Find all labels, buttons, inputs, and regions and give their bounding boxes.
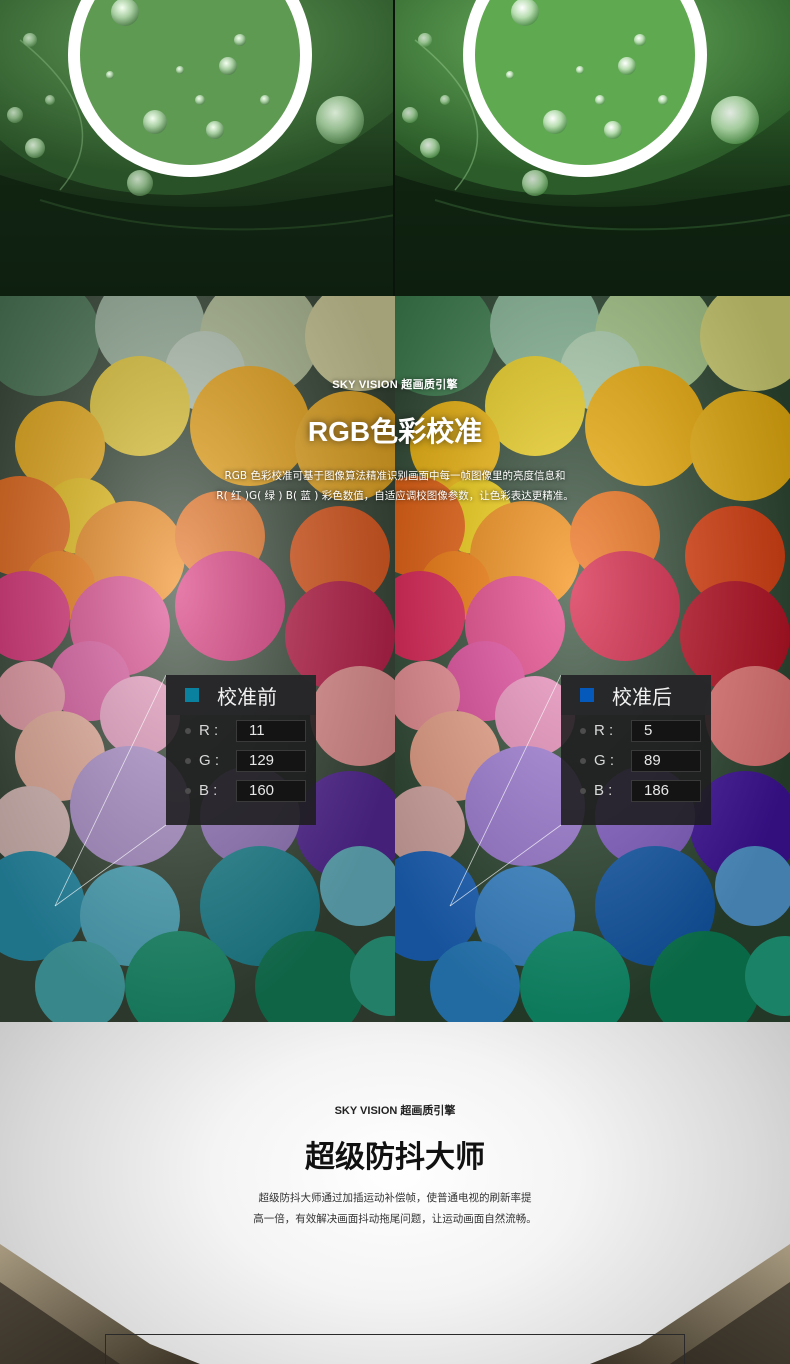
description-line: R( 红 )G( 绿 ) B( 蓝 ) 彩色数值，自适应调校图像参数，让色彩表达… <box>216 490 574 502</box>
rgb-panel-after: 校准后 R : 5 G : 89 B : 186 <box>561 675 711 825</box>
r-label: R : <box>199 722 219 739</box>
panel-title: 校准后 <box>612 684 672 709</box>
r-row: R : 11 <box>166 717 316 747</box>
b-value: 186 <box>631 780 701 802</box>
section-eyebrow: SKY VISION 超画质引擎 <box>334 1105 456 1117</box>
g-value: 129 <box>236 750 306 772</box>
r-label: R : <box>594 722 614 739</box>
panel-header: 校准前 <box>166 675 316 715</box>
panel-title: 校准前 <box>217 684 277 709</box>
bullet-icon <box>580 788 586 794</box>
b-label: B : <box>199 782 218 799</box>
leaf-image-after <box>395 0 790 296</box>
bullet-icon <box>580 758 586 764</box>
panel-header: 校准后 <box>561 675 711 715</box>
section-eyebrow: SKY VISION 超画质引擎 <box>332 379 458 391</box>
rgb-panel-before: 校准前 R : 11 G : 129 B : 160 <box>166 675 316 825</box>
color-swatch <box>185 688 199 702</box>
tv-frame <box>105 1334 685 1364</box>
r-row: R : 5 <box>561 717 711 747</box>
bullet-icon <box>185 788 191 794</box>
section-description: 超级防抖大师通过加插运动补偿帧，使普通电视的刷新率提 高一倍，有效解决画面抖动拖… <box>0 1188 790 1230</box>
section-title: 超级防抖大师 <box>305 1140 485 1175</box>
color-swatch <box>580 688 594 702</box>
section-title: RGB色彩校准 <box>307 416 483 447</box>
b-row: B : 160 <box>166 777 316 807</box>
r-value: 11 <box>236 720 306 742</box>
g-label: G : <box>199 752 220 769</box>
g-label: G : <box>594 752 615 769</box>
description-line: RGB 色彩校准可基于图像算法精准识别画面中每一帧图像里的亮度信息和 <box>224 470 566 482</box>
b-row: B : 186 <box>561 777 711 807</box>
r-value: 5 <box>631 720 701 742</box>
section-description: RGB 色彩校准可基于图像算法精准识别画面中每一帧图像里的亮度信息和 R( 红 … <box>0 466 790 506</box>
description-line: 超级防抖大师通过加插运动补偿帧，使普通电视的刷新率提 <box>258 1192 532 1204</box>
bullet-icon <box>185 728 191 734</box>
leaf-image-before <box>0 0 395 296</box>
b-value: 160 <box>236 780 306 802</box>
anti-shake-section: SKY VISION 超画质引擎 超级防抖大师 超级防抖大师通过加插运动补偿帧，… <box>0 1022 790 1364</box>
b-label: B : <box>594 782 613 799</box>
description-line: 高一倍，有效解决画面抖动拖尾问题，让运动画面自然流畅。 <box>253 1213 537 1225</box>
g-value: 89 <box>631 750 701 772</box>
g-row: G : 129 <box>166 747 316 777</box>
rgb-calibration-section: SKY VISION 超画质引擎 RGB色彩校准 RGB 色彩校准可基于图像算法… <box>0 296 790 1022</box>
g-row: G : 89 <box>561 747 711 777</box>
leaf-comparison-section <box>0 0 790 296</box>
rgb-text-block: SKY VISION 超画质引擎 RGB色彩校准 RGB 色彩校准可基于图像算法… <box>0 296 790 516</box>
leaf-divider <box>393 0 395 296</box>
bullet-icon <box>185 758 191 764</box>
bullet-icon <box>580 728 586 734</box>
